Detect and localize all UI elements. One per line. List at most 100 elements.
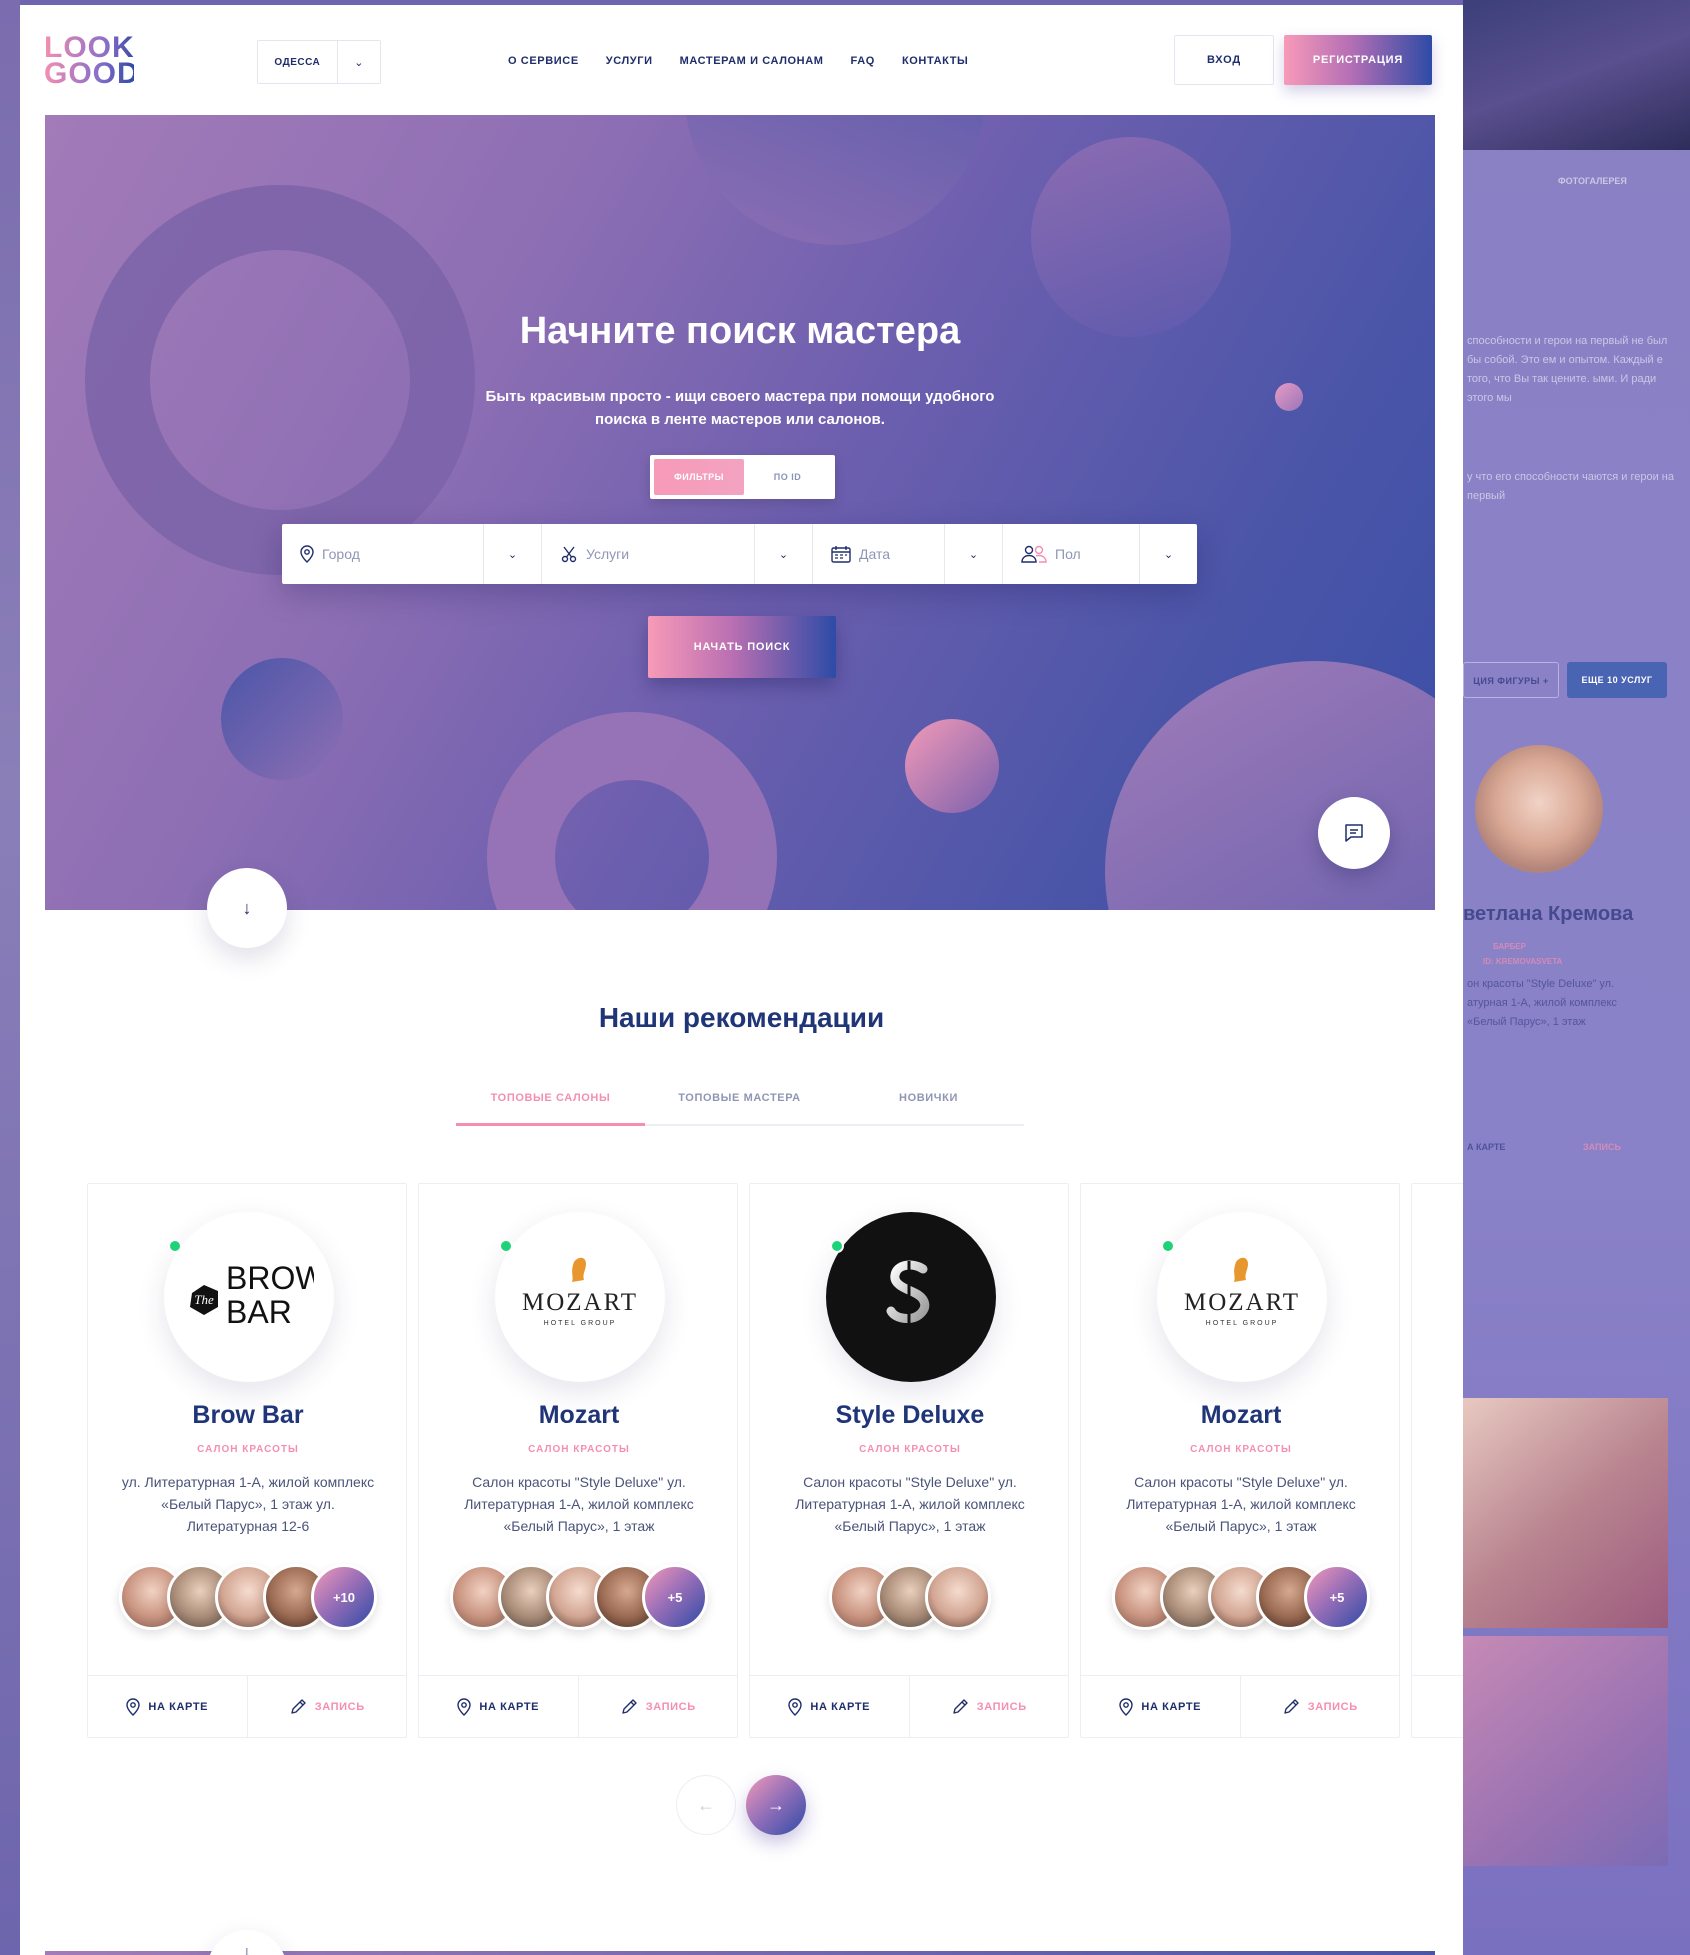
more-masters-badge[interactable]: +5 <box>642 1564 708 1630</box>
nav-contacts[interactable]: КОНТАКТЫ <box>902 55 968 67</box>
arrow-down-icon: ↓ <box>243 1944 251 1955</box>
date-filter[interactable]: Дата ⌄ <box>813 524 1003 584</box>
scroll-down-button-2[interactable]: ↓ <box>207 1930 287 1955</box>
ghost-master-name: ветлана Кремова <box>1463 903 1634 925</box>
ghost-glasses-photo <box>1463 1636 1668 1866</box>
book-label: ЗАПИСЬ <box>976 1700 1027 1713</box>
salon-card[interactable]: MOZART HOTEL GROUP Mozart САЛОН КРАСОТЫ … <box>418 1183 738 1738</box>
hero-decor-dot <box>1275 383 1303 411</box>
book-button[interactable]: ЗАПИСЬ <box>579 1676 738 1737</box>
card-actions: НА КАРТЕ ЗАПИСЬ <box>750 1675 1068 1737</box>
on-map-button[interactable] <box>1412 1676 1463 1737</box>
main-page: LOOK GOOD ОДЕССА ⌄ О СЕРВИСЕ УСЛУГИ МАСТ… <box>20 5 1463 1955</box>
city-filter-placeholder: Город <box>322 546 360 562</box>
mozart-logo: MOZART HOTEL GROUP <box>1184 1257 1298 1327</box>
register-button[interactable]: РЕГИСТРАЦИЯ <box>1284 35 1432 85</box>
prev-button[interactable]: ← <box>676 1775 736 1835</box>
services-filter[interactable]: Услуги ⌄ <box>542 524 813 584</box>
book-label: ЗАПИСЬ <box>1307 1700 1358 1713</box>
salon-card[interactable]: Style Deluxe САЛОН КРАСОТЫ Салон красоты… <box>749 1183 1069 1738</box>
chevron-down-icon[interactable]: ⌄ <box>944 524 1002 584</box>
city-filter[interactable]: Город ⌄ <box>282 524 542 584</box>
book-button[interactable]: ЗАПИСЬ <box>1241 1676 1400 1737</box>
location-pin-icon <box>300 545 314 563</box>
gender-filter[interactable]: Пол ⌄ <box>1003 524 1197 584</box>
background-right-panel: ФОТОГАЛЕРЕЯ способности и герои на первы… <box>1463 0 1690 1955</box>
svg-text:The: The <box>194 1292 214 1307</box>
salon-name: Brow Bar <box>192 1401 304 1429</box>
nav-masters-salons[interactable]: МАСТЕРАМ И САЛОНАМ <box>680 55 824 67</box>
on-map-button[interactable]: НА КАРТЕ <box>1081 1676 1241 1737</box>
nav-about[interactable]: О СЕРВИСЕ <box>508 55 579 67</box>
next-button[interactable]: → <box>746 1775 806 1835</box>
more-masters-badge[interactable]: +5 <box>1304 1564 1370 1630</box>
gender-filter-placeholder: Пол <box>1055 546 1081 562</box>
salon-address: Салон красоты "Style Deluxe" ул. Литерат… <box>795 1474 1025 1534</box>
brow-bar-logo: The BROW BAR <box>190 1260 314 1330</box>
services-filter-placeholder: Услуги <box>586 546 630 562</box>
date-filter-placeholder: Дата <box>859 546 891 562</box>
salon-address: Салон красоты "Style Deluxe" ул. Литерат… <box>1126 1474 1356 1534</box>
ghost-gallery-label: ФОТОГАЛЕРЕЯ <box>1558 176 1627 186</box>
hero-title: Начните поиск мастера <box>519 310 961 352</box>
mozart-logo: MOZART HOTEL GROUP <box>522 1257 636 1327</box>
scissors-icon <box>561 546 577 563</box>
salon-cards-carousel: The BROW BAR Brow Bar САЛОН КРАСОТЫ ул. … <box>87 1183 1463 1738</box>
salon-card-partial[interactable] <box>1411 1183 1463 1738</box>
search-mode-toggle: ФИЛЬТРЫ ПО ID <box>650 455 835 499</box>
book-label: ЗАПИСЬ <box>645 1700 696 1713</box>
on-map-button[interactable]: НА КАРТЕ <box>88 1676 248 1737</box>
chevron-down-icon[interactable]: ⌄ <box>754 524 812 584</box>
toggle-filters[interactable]: ФИЛЬТРЫ <box>654 459 744 495</box>
chat-button[interactable] <box>1318 797 1390 869</box>
hero-banner: Начните поиск мастера Быть красивым прос… <box>45 115 1435 910</box>
nav-faq[interactable]: FAQ <box>851 55 875 67</box>
salon-card[interactable]: MOZART HOTEL GROUP Mozart САЛОН КРАСОТЫ … <box>1080 1183 1400 1738</box>
arrow-right-icon: → <box>767 1794 785 1815</box>
nav-services[interactable]: УСЛУГИ <box>606 55 653 67</box>
ghost-text-block: способности и герои на первый не был бы … <box>1467 335 1668 404</box>
salon-address: Салон красоты "Style Deluxe" ул. Литерат… <box>464 1474 694 1534</box>
svg-text:HOTEL GROUP: HOTEL GROUP <box>1206 1320 1279 1327</box>
calendar-icon <box>831 546 851 563</box>
online-status-dot <box>1161 1239 1175 1253</box>
salon-card[interactable]: The BROW BAR Brow Bar САЛОН КРАСОТЫ ул. … <box>87 1183 407 1738</box>
salon-logo: MOZART HOTEL GROUP <box>1157 1212 1327 1382</box>
salon-name: Mozart <box>1200 1401 1282 1429</box>
hero-decor-ring-3 <box>487 712 777 910</box>
card-actions: НА КАРТЕ ЗАПИСЬ <box>1081 1675 1399 1737</box>
city-select[interactable]: ОДЕССА ⌄ <box>257 40 381 84</box>
tab-newcomers[interactable]: НОВИЧКИ <box>834 1082 1023 1124</box>
login-button[interactable]: ВХОД <box>1174 35 1274 85</box>
background-cosmetics-photo <box>1463 0 1690 150</box>
ghost-face-photo <box>1463 1398 1668 1628</box>
tab-top-masters[interactable]: ТОПОВЫЕ МАСТЕРА <box>645 1082 834 1124</box>
card-actions: НА КАРТЕ ЗАПИСЬ <box>88 1675 406 1737</box>
on-map-button[interactable]: НА КАРТЕ <box>419 1676 579 1737</box>
chat-icon <box>1345 824 1363 842</box>
hero-decor-ring <box>85 185 475 575</box>
book-button[interactable]: ЗАПИСЬ <box>248 1676 407 1737</box>
online-status-dot <box>499 1239 513 1253</box>
hero-decor-circle-5 <box>1105 661 1435 910</box>
salon-logo: MOZART HOTEL GROUP <box>495 1212 665 1382</box>
toggle-by-id[interactable]: ПО ID <box>744 459 831 495</box>
chevron-down-icon[interactable]: ⌄ <box>483 524 541 584</box>
chevron-down-icon[interactable]: ⌄ <box>1139 524 1197 584</box>
on-map-button[interactable]: НА КАРТЕ <box>750 1676 910 1737</box>
svg-text:BROW: BROW <box>226 1260 314 1296</box>
lookgood-logo[interactable]: LOOK GOOD <box>44 33 139 89</box>
start-search-button[interactable]: НАЧАТЬ ПОИСК <box>648 616 836 678</box>
avatar[interactable] <box>925 1564 991 1630</box>
carousel-pager: ← → <box>676 1775 806 1835</box>
ghost-master-handle: ID: KREMOVASVETA <box>1483 957 1563 966</box>
book-button[interactable]: ЗАПИСЬ <box>910 1676 1069 1737</box>
on-map-label: НА КАРТЕ <box>148 1700 209 1713</box>
ghost-master-avatar <box>1475 745 1603 873</box>
salon-type: САЛОН КРАСОТЫ <box>859 1444 961 1455</box>
more-masters-badge[interactable]: +10 <box>311 1564 377 1630</box>
chevron-down-icon[interactable]: ⌄ <box>336 41 380 83</box>
scroll-down-button[interactable]: ↓ <box>207 868 287 948</box>
tab-top-salons[interactable]: ТОПОВЫЕ САЛОНЫ <box>456 1082 645 1126</box>
hero-subtitle: Быть красивым просто - ищи своего мастер… <box>485 388 995 428</box>
